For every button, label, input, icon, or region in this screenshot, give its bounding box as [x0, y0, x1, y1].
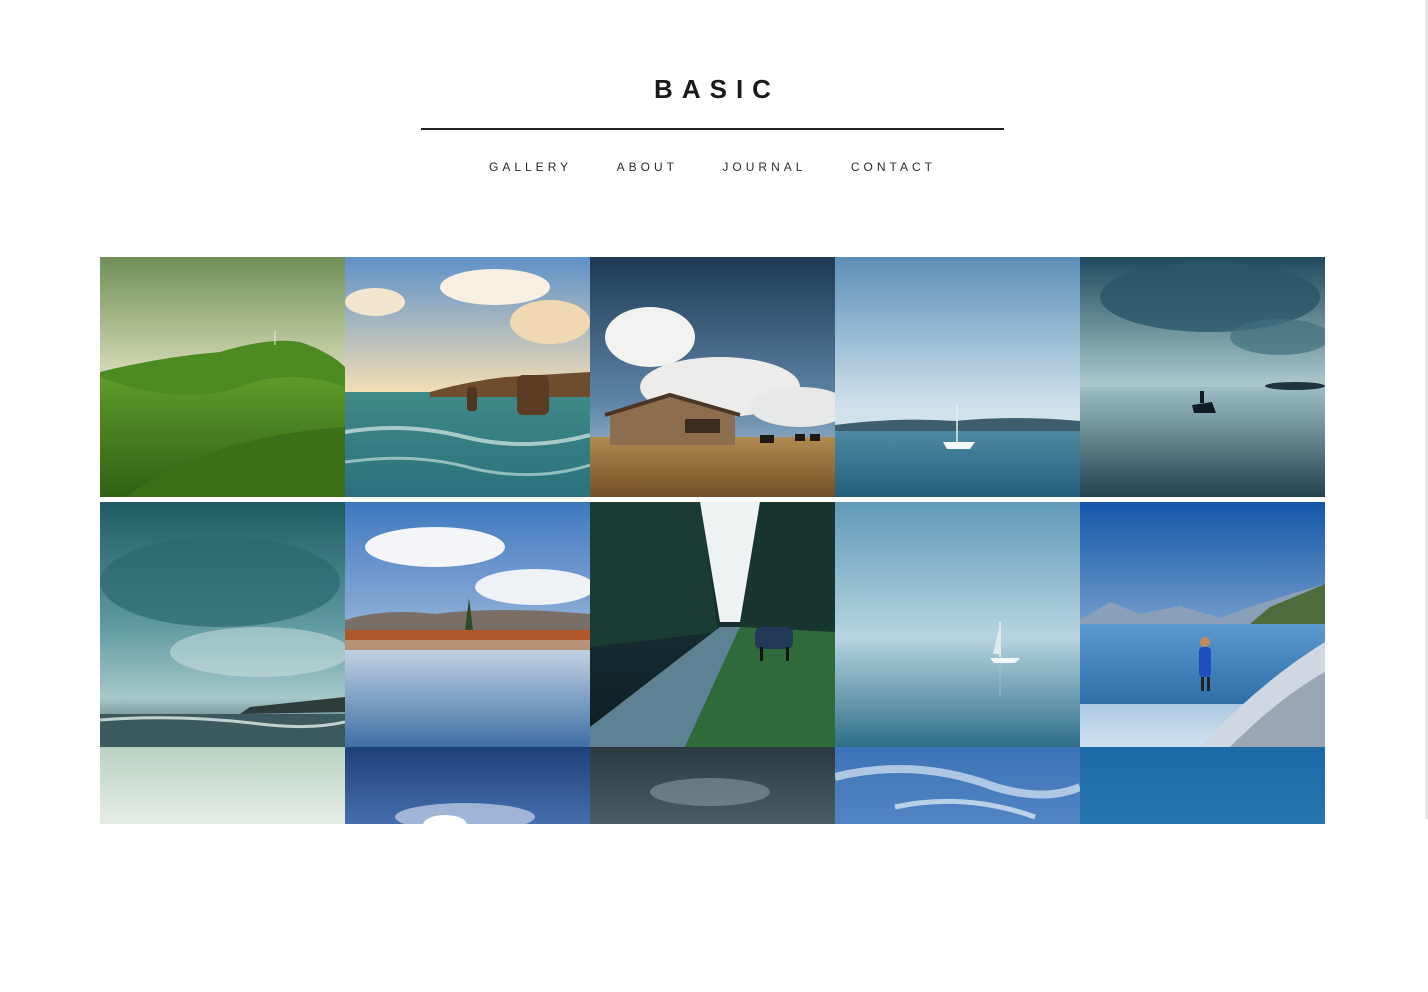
photo-wooden-shed-cows[interactable]: [590, 257, 835, 497]
photo-blue-sky-streaks[interactable]: [835, 747, 1080, 824]
photo-stormy-coast[interactable]: [100, 502, 345, 747]
photo-misty-sailboat[interactable]: [835, 502, 1080, 747]
nav-about[interactable]: ABOUT: [617, 160, 678, 174]
nav-gallery[interactable]: GALLERY: [489, 160, 572, 174]
photo-forest-road-horse[interactable]: [590, 502, 835, 747]
photo-blue-sky-clouds[interactable]: [345, 747, 590, 824]
photo-pale-green-sky[interactable]: [100, 747, 345, 824]
site-header: BASIC GALLERY ABOUT JOURNAL CONTACT: [0, 0, 1425, 257]
title-divider: [421, 128, 1004, 130]
photo-deep-blue-sky[interactable]: [1080, 747, 1325, 824]
photo-woman-frosty-shore[interactable]: [1080, 502, 1325, 747]
photo-sailboat-calm-lake[interactable]: [835, 257, 1080, 497]
photo-lake-autumn-reflection[interactable]: [345, 502, 590, 747]
photo-sea-stacks-coast[interactable]: [345, 257, 590, 497]
photo-green-hills[interactable]: [100, 257, 345, 497]
nav-contact[interactable]: CONTACT: [851, 160, 936, 174]
site-title[interactable]: BASIC: [0, 74, 1425, 105]
photo-grid: [100, 257, 1325, 992]
nav-journal[interactable]: JOURNAL: [722, 160, 806, 174]
main-nav: GALLERY ABOUT JOURNAL CONTACT: [0, 158, 1425, 176]
photo-horse-rider-beach[interactable]: [1080, 257, 1325, 497]
photo-dark-storm-clouds[interactable]: [590, 747, 835, 824]
